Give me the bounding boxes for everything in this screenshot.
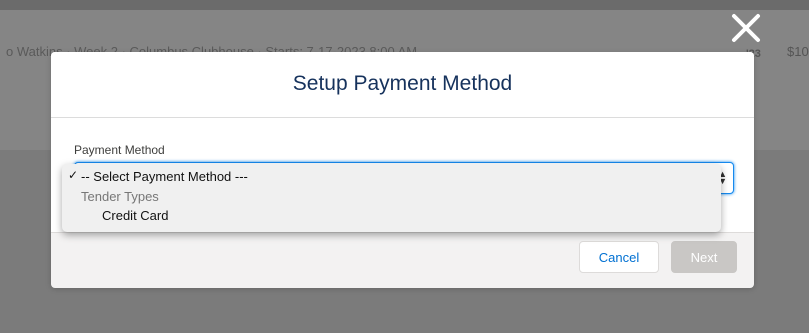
next-button[interactable]: Next	[671, 241, 737, 273]
background-row-price: $10	[787, 44, 809, 59]
modal-header: Setup Payment Method	[51, 52, 754, 118]
optgroup-tender-types: Tender Types	[81, 189, 159, 204]
modal-footer: Cancel Next	[51, 232, 754, 288]
option-credit-card[interactable]: Credit Card	[102, 207, 168, 225]
background-top	[0, 0, 809, 10]
modal-title: Setup Payment Method	[292, 72, 513, 95]
option-select-payment-method[interactable]: -- Select Payment Method ---	[81, 168, 248, 186]
payment-method-label: Payment Method	[74, 143, 165, 157]
cancel-button[interactable]: Cancel	[579, 241, 659, 273]
payment-method-dropdown: ✓ -- Select Payment Method --- Tender Ty…	[62, 164, 721, 232]
close-icon[interactable]	[730, 12, 762, 44]
checkmark-icon: ✓	[68, 168, 79, 182]
close-icon-glyph	[732, 14, 760, 42]
